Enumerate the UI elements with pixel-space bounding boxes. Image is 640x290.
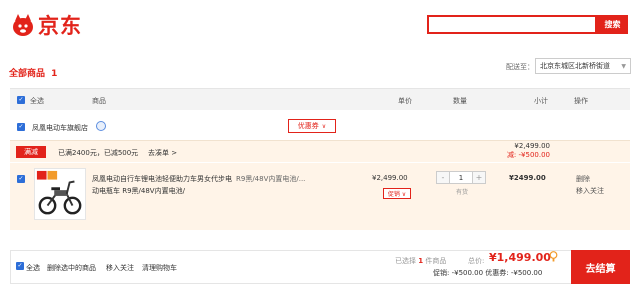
jd-dog-mascot-icon [13, 14, 33, 36]
discount-summary: 促销: -¥500.00 优惠券: -¥500.00 [433, 269, 543, 277]
item-subtotal: ¥2499.00 [509, 174, 546, 182]
header-unit-price: 单价 [398, 97, 412, 105]
price-info-icon[interactable] [549, 251, 558, 262]
item-checkbox[interactable]: ✓ [17, 175, 25, 183]
all-goods-tab[interactable]: 全部商品 1 [9, 66, 57, 79]
coupon-button[interactable]: 优惠券 ∨ [288, 119, 336, 133]
ship-to-label: 配送至： [506, 63, 534, 71]
qty-increase-button[interactable]: + [473, 172, 485, 183]
promo-group-discount: 减: -¥500.00 [506, 151, 550, 159]
ship-to-value: 北京东城区北新桥街道 [540, 62, 610, 70]
promotion-select[interactable]: 促销 ∨ [383, 188, 411, 199]
product-spec: R9黑/48V内置电池/... [236, 175, 306, 183]
quantity-input[interactable]: 1 [449, 172, 473, 183]
shop-checkbox[interactable]: ✓ [17, 123, 25, 131]
move-to-favorites-link[interactable]: 移入关注 [576, 186, 604, 196]
search-button[interactable]: 搜索 [597, 15, 628, 34]
e-bike-image-icon [36, 170, 82, 215]
footer-move-to-favorites-link[interactable]: 移入关注 [106, 263, 134, 273]
delete-selected-link[interactable]: 删除选中的商品 [47, 263, 96, 273]
header-actions: 操作 [574, 97, 588, 105]
promo-text: 已满2400元，已减500元 [58, 149, 139, 157]
clear-cart-link[interactable]: 清理购物车 [142, 263, 177, 273]
unit-price: ¥2,499.00 [372, 174, 408, 182]
header-quantity: 数量 [453, 97, 467, 105]
selected-prefix: 已选择 [395, 257, 416, 265]
product-image[interactable] [34, 168, 86, 220]
stock-status: 有货 [456, 189, 469, 196]
product-title[interactable]: 凤凰电动自行车锂电池轻便助力车男女代步电动电瓶车 R9黑/48V内置电池/ [92, 173, 232, 197]
quantity-stepper: - 1 + [436, 171, 486, 184]
checkout-button[interactable]: 去结算 [571, 250, 630, 284]
coupon-label: 优惠券 [297, 122, 319, 130]
add-more-link[interactable]: 去凑单 > [148, 148, 177, 158]
chevron-down-icon: ▼ [621, 63, 626, 70]
header-select-all-label: 全选 [30, 97, 44, 105]
logo-text: 京东 [38, 14, 82, 38]
search-input[interactable] [427, 15, 597, 34]
shop-name[interactable]: 凤凰电动车旗舰店 [32, 123, 88, 133]
header-select-all[interactable]: ✓ [17, 95, 25, 104]
footer-select-all-label[interactable]: 全选 [26, 263, 40, 273]
all-goods-count: 1 [51, 69, 58, 79]
selected-count: 1 [418, 257, 424, 265]
customer-service-icon[interactable] [96, 121, 106, 131]
chevron-down-icon: ∨ [321, 122, 327, 130]
total-label: 总价: [468, 257, 485, 265]
selected-count-text: 已选择 1 件商品 [395, 256, 446, 266]
cart-table-header: ✓ 全选 商品 单价 数量 小计 操作 [10, 88, 630, 110]
total-price: ¥1,499.00 [489, 251, 551, 264]
all-goods-label: 全部商品 [9, 69, 46, 79]
qty-decrease-button[interactable]: - [437, 172, 449, 183]
promo-group-total: ¥2,499.00 [514, 142, 550, 150]
footer-select-all-checkbox[interactable]: ✓ [16, 262, 24, 270]
header-product: 商品 [92, 97, 106, 105]
promo-tag: 满减 [16, 146, 46, 158]
delete-item-link[interactable]: 删除 [576, 174, 590, 184]
selected-suffix: 件商品 [425, 257, 447, 265]
ship-to-select[interactable]: 北京东城区北新桥街道 ▼ [535, 58, 631, 74]
jd-logo[interactable]: 京东 [10, 10, 102, 40]
header-subtotal: 小计 [534, 97, 548, 105]
checkbox-checked-icon[interactable]: ✓ [17, 96, 25, 104]
